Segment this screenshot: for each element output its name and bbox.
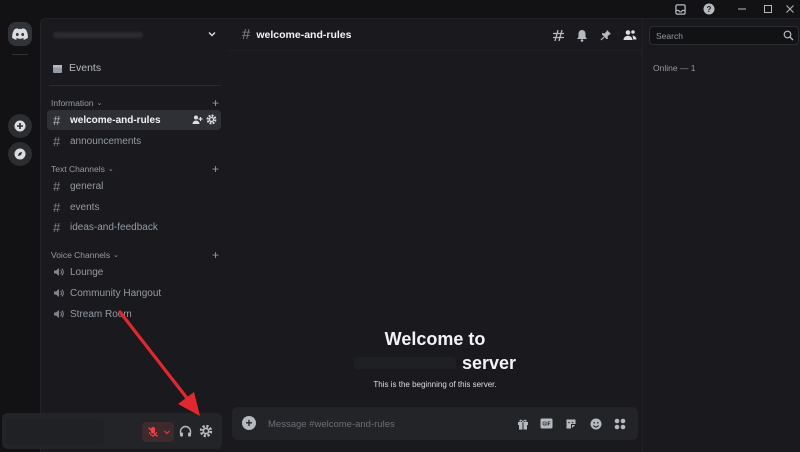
- member-list-icon[interactable]: [623, 28, 637, 42]
- channel-general[interactable]: # general: [47, 176, 221, 196]
- events-label: Events: [69, 62, 102, 74]
- pin-icon[interactable]: [599, 28, 613, 42]
- speaker-icon: [53, 309, 65, 319]
- notification-bell-icon[interactable]: [575, 28, 589, 42]
- title-bar: ?: [0, 0, 800, 18]
- category-voice-channels[interactable]: Voice Channels ⌄ +: [51, 248, 219, 262]
- welcome-heading-line2: server: [462, 353, 517, 373]
- inbox-icon[interactable]: [669, 0, 691, 18]
- headphones-icon[interactable]: [177, 423, 193, 439]
- svg-text:GIF: GIF: [542, 422, 550, 428]
- threads-icon[interactable]: [551, 28, 565, 42]
- minimize-icon[interactable]: [732, 0, 752, 18]
- create-channel-icon[interactable]: +: [212, 162, 219, 176]
- gift-icon[interactable]: [516, 417, 529, 430]
- text-channel-icon: #: [242, 26, 251, 43]
- server-name-redacted: [354, 357, 456, 369]
- channel-announcements[interactable]: # announcements: [47, 131, 221, 151]
- channel-label: events: [70, 201, 100, 213]
- member-list-panel: Online — 1: [642, 18, 800, 452]
- text-channel-icon: #: [53, 199, 61, 215]
- calendar-icon: [51, 62, 63, 74]
- text-channel-icon: #: [53, 133, 61, 149]
- message-input[interactable]: [268, 415, 498, 433]
- text-channel-icon: #: [53, 178, 61, 194]
- speaker-icon: [53, 267, 65, 277]
- category-label: Information: [51, 98, 94, 108]
- speaker-icon: [53, 288, 65, 298]
- sticker-icon[interactable]: [564, 417, 577, 430]
- discord-home-button[interactable]: [8, 22, 32, 46]
- compass-icon: [14, 148, 26, 160]
- create-channel-icon[interactable]: +: [212, 96, 219, 110]
- create-invite-icon[interactable]: [192, 114, 203, 125]
- channel-title: welcome-and-rules: [256, 28, 352, 41]
- chevron-down-icon[interactable]: [163, 428, 171, 436]
- channel-label: announcements: [70, 135, 142, 147]
- channel-label: Community Hangout: [70, 287, 162, 299]
- message-composer: + GIF: [232, 407, 638, 440]
- explore-servers-button[interactable]: [8, 142, 32, 166]
- chevron-down-icon: [208, 32, 216, 37]
- svg-text:?: ?: [707, 5, 712, 14]
- search-input[interactable]: [656, 29, 776, 43]
- channel-label: general: [70, 180, 104, 192]
- microphone-mute-button[interactable]: [142, 422, 174, 442]
- welcome-heading-line1: Welcome to: [384, 329, 486, 349]
- chat-area: # welcome-and-rules Welcome to server Th…: [228, 18, 642, 452]
- channel-events[interactable]: # events: [47, 197, 221, 217]
- close-icon[interactable]: [780, 0, 800, 18]
- gear-icon[interactable]: [206, 114, 217, 125]
- search-box: [649, 26, 799, 45]
- add-server-icon: [14, 120, 26, 132]
- chat-header: # welcome-and-rules: [228, 19, 642, 51]
- category-information[interactable]: Information ⌄ +: [51, 96, 219, 110]
- search-icon: [783, 30, 794, 41]
- channel-ideas-and-feedback[interactable]: # ideas-and-feedback: [47, 217, 221, 237]
- chevron-down-icon: ⌄: [107, 166, 114, 173]
- rail-divider: [12, 54, 28, 55]
- create-channel-icon[interactable]: +: [212, 248, 219, 262]
- chevron-down-icon: ⌄: [113, 252, 119, 259]
- category-text-channels[interactable]: Text Channels ⌄ +: [51, 162, 219, 176]
- voice-channel-stream-room[interactable]: Stream Room: [47, 304, 221, 324]
- channel-label: ideas-and-feedback: [70, 221, 158, 233]
- apps-icon[interactable]: [613, 417, 626, 430]
- events-link[interactable]: Events: [51, 58, 221, 78]
- server-header[interactable]: [41, 19, 229, 51]
- voice-channel-community-hangout[interactable]: Community Hangout: [47, 283, 221, 303]
- text-channel-icon: #: [53, 112, 61, 128]
- text-channel-icon: #: [53, 219, 61, 235]
- category-label: Voice Channels: [51, 250, 111, 260]
- add-server-button[interactable]: [8, 114, 32, 138]
- category-label: Text Channels: [51, 164, 105, 174]
- server-rail: [0, 18, 40, 452]
- channel-label: Stream Room: [70, 308, 132, 320]
- user-settings-gear-icon[interactable]: [198, 423, 214, 439]
- help-icon[interactable]: ?: [699, 0, 719, 18]
- user-panel: [2, 413, 222, 449]
- upload-plus-icon[interactable]: +: [242, 416, 256, 430]
- channel-beginning-text: This is the beginning of this server.: [373, 380, 497, 389]
- emoji-icon[interactable]: [589, 417, 602, 430]
- discord-window: ? Events Information ⌄ + # welcome-and-r…: [0, 0, 800, 452]
- channel-label: Lounge: [70, 266, 104, 278]
- microphone-muted-icon: [148, 427, 158, 437]
- channel-sidebar: Events Information ⌄ + # welcome-and-rul…: [40, 18, 228, 452]
- channel-welcome-and-rules[interactable]: # welcome-and-rules: [47, 110, 221, 130]
- discord-logo-icon: [12, 28, 28, 40]
- maximize-icon[interactable]: [758, 0, 778, 18]
- voice-channel-lounge[interactable]: Lounge: [47, 262, 221, 282]
- chevron-down-icon: ⌄: [96, 100, 103, 107]
- gif-icon[interactable]: GIF: [540, 417, 553, 430]
- channel-label: welcome-and-rules: [70, 114, 161, 126]
- sidebar-separator: [49, 85, 221, 86]
- server-name-redacted: [53, 32, 143, 38]
- online-count-header: Online — 1: [653, 63, 696, 73]
- user-info-redacted[interactable]: [6, 419, 104, 445]
